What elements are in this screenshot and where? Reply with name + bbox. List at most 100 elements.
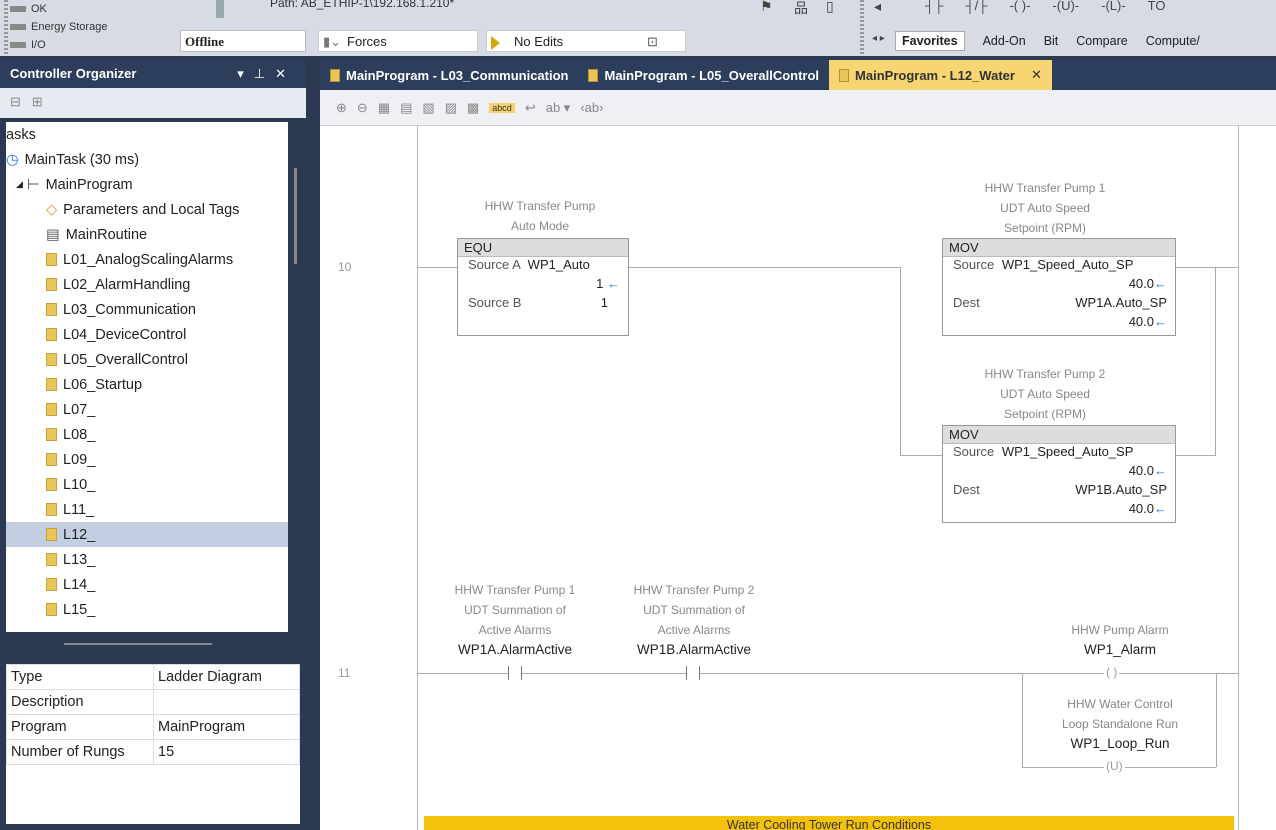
tree-scrollbar[interactable] bbox=[294, 168, 297, 264]
xio-icon[interactable]: ┤/├ bbox=[965, 0, 987, 13]
ote-icon[interactable]: -( )- bbox=[1009, 0, 1030, 13]
tree-item[interactable]: L08_ bbox=[6, 422, 288, 447]
value-arrow-icon: ← bbox=[1154, 314, 1167, 329]
mov-instruction[interactable]: MOV Source WP1_Speed_Auto_SP 40.0← Dest W… bbox=[942, 425, 1176, 523]
ladder-canvas[interactable]: 10 HHW Transfer Pump Auto Mode EQU Sourc… bbox=[320, 126, 1276, 830]
tab-compare[interactable]: Compare bbox=[1076, 34, 1127, 48]
run-mode-icon[interactable]: ⚑ bbox=[760, 0, 773, 15]
close-tab-icon[interactable]: ✕ bbox=[1031, 67, 1042, 83]
operand-tag[interactable]: WP1_Auto bbox=[528, 257, 590, 272]
ladder-routine-icon bbox=[46, 328, 57, 341]
operand-tag[interactable]: WP1A.Auto_SP bbox=[1075, 295, 1167, 310]
network-icon[interactable]: 品 bbox=[794, 0, 808, 18]
forces-icon: ▮⌄ bbox=[323, 34, 342, 49]
tree-item[interactable]: L04_DeviceControl bbox=[6, 322, 288, 347]
verify-icon[interactable]: ▧ bbox=[422, 100, 434, 116]
tab-add-on[interactable]: Add-On bbox=[983, 34, 1026, 48]
zoom-in-icon[interactable]: ⊕ bbox=[336, 100, 347, 116]
timer-icon[interactable]: TO bbox=[1148, 0, 1166, 13]
tab-l05-overallcontrol[interactable]: MainProgram - L05_OverallControl bbox=[578, 60, 829, 90]
tab-l12-water[interactable]: MainProgram - L12_Water ✕ bbox=[829, 60, 1052, 90]
edits-dropdown[interactable]: No Edits ⊡ bbox=[486, 30, 686, 52]
operand-tag[interactable]: WP1_Speed_Auto_SP bbox=[1002, 444, 1134, 459]
coil-tag[interactable]: WP1_Loop_Run bbox=[1040, 736, 1200, 751]
organizer-tree: asks ◷ MainTask (30 ms) ◢ ⊢ MainProgram ◇ Para… bbox=[6, 122, 288, 632]
tab-scroll-left-icon[interactable]: ◂ ▸ bbox=[872, 33, 885, 44]
show-tag-description-icon[interactable]: abcd bbox=[489, 102, 515, 113]
collapse-icon[interactable]: ⊟ bbox=[10, 94, 21, 109]
equ-instruction[interactable]: EQU Source A WP1_Auto 1 ← Source B 1 bbox=[457, 238, 629, 336]
rung-comment-banner[interactable]: Water Cooling Tower Run Conditions bbox=[424, 816, 1234, 830]
scroll-left-icon[interactable]: ◂ bbox=[874, 0, 881, 15]
copy-icon[interactable]: ▨ bbox=[445, 100, 457, 116]
instruction-comment: HHW Pump Alarm bbox=[1071, 623, 1169, 637]
xic-contact[interactable] bbox=[686, 666, 700, 680]
tree-item[interactable]: L07_ bbox=[6, 397, 288, 422]
device-icon[interactable]: ▯ bbox=[826, 0, 834, 15]
otl-icon[interactable]: -(L)- bbox=[1101, 0, 1126, 13]
tree-item[interactable]: L11_ bbox=[6, 497, 288, 522]
tree-item[interactable]: L06_Startup bbox=[6, 372, 288, 397]
toolbar-grip[interactable] bbox=[4, 0, 8, 56]
expand-icon[interactable]: ⊞ bbox=[32, 94, 43, 109]
edits-label: No Edits bbox=[514, 34, 564, 49]
prop-value: 15 bbox=[153, 739, 300, 765]
operand-value: 40.0 bbox=[1128, 501, 1154, 516]
tree-item[interactable]: ◷ MainTask (30 ms) bbox=[6, 147, 288, 172]
tag-icon[interactable]: ▤ bbox=[400, 100, 412, 116]
grid-icon[interactable]: ▦ bbox=[378, 100, 390, 116]
tree-item[interactable]: L05_OverallControl bbox=[6, 347, 288, 372]
document-tabs: MainProgram - L03_Communication MainProg… bbox=[320, 60, 1276, 90]
alias-icon[interactable]: ↩ bbox=[525, 100, 536, 116]
tab-favorites[interactable]: Favorites bbox=[895, 31, 965, 51]
zoom-out-icon[interactable]: ⊖ bbox=[357, 100, 368, 116]
toolbar-grip[interactable] bbox=[860, 0, 864, 56]
tree-item[interactable]: ◇ Parameters and Local Tags bbox=[6, 197, 288, 222]
close-icon[interactable]: ✕ bbox=[275, 66, 296, 81]
paste-icon[interactable]: ▩ bbox=[467, 100, 479, 116]
tab-l03-communication[interactable]: MainProgram - L03_Communication bbox=[320, 60, 578, 90]
operand-tag[interactable]: WP1_Speed_Auto_SP bbox=[1002, 257, 1134, 272]
forces-dropdown[interactable]: ▮⌄ Forces bbox=[318, 30, 478, 52]
xic-contact[interactable] bbox=[508, 666, 522, 680]
coil-tag[interactable]: WP1_Alarm bbox=[1040, 642, 1200, 657]
dropdown-icon[interactable]: ▾ bbox=[237, 66, 254, 81]
organizer-toolbar: ⊟ ⊞ bbox=[0, 88, 306, 118]
operand-tag[interactable]: WP1B.Auto_SP bbox=[1075, 482, 1167, 497]
contact-tag[interactable]: WP1B.AlarmActive bbox=[609, 642, 779, 657]
tab-bit[interactable]: Bit bbox=[1044, 34, 1059, 48]
tree-item[interactable]: L01_AnalogScalingAlarms bbox=[6, 247, 288, 272]
description-icon[interactable]: ‹ab› bbox=[580, 100, 603, 115]
expand-arrow-icon[interactable]: ◢ bbox=[16, 179, 23, 190]
contact-tag[interactable]: WP1A.AlarmActive bbox=[430, 642, 600, 657]
status-label: OK bbox=[31, 3, 47, 15]
display-options-icon[interactable]: ab ▾ bbox=[546, 100, 571, 116]
tree-item[interactable]: asks bbox=[6, 122, 288, 147]
otu-icon[interactable]: -(U)- bbox=[1052, 0, 1079, 13]
instruction-comment: HHW Transfer Pump 1 UDT Summation of Act… bbox=[454, 583, 576, 637]
branch-wire bbox=[1215, 267, 1216, 455]
rung-number: 11 bbox=[338, 666, 351, 680]
tree-item-label: L05_OverallControl bbox=[63, 351, 188, 368]
tree-item[interactable]: L02_AlarmHandling bbox=[6, 272, 288, 297]
ladder-routine-icon bbox=[46, 603, 57, 616]
tree-hscrollbar[interactable] bbox=[64, 643, 212, 645]
tree-item[interactable]: L13_ bbox=[6, 547, 288, 572]
tree-item[interactable]: ◢ ⊢ MainProgram bbox=[6, 172, 288, 197]
tree-item[interactable]: ▤ MainRoutine bbox=[6, 222, 288, 247]
xic-icon[interactable]: ┤├ bbox=[925, 0, 943, 13]
comm-path: Path: AB_ETHIP-1\192.168.1.210* bbox=[270, 0, 454, 10]
tree-item[interactable]: L03_Communication bbox=[6, 297, 288, 322]
tree-item[interactable]: L09_ bbox=[6, 447, 288, 472]
prop-row: Description bbox=[6, 689, 300, 715]
otu-coil[interactable]: (U) bbox=[1104, 759, 1125, 773]
ladder-routine-icon bbox=[839, 68, 850, 82]
ote-coil[interactable]: ( ) bbox=[1104, 665, 1120, 679]
tree-item[interactable]: L10_ bbox=[6, 472, 288, 497]
tree-item[interactable]: L12_ bbox=[6, 522, 288, 547]
tab-compute[interactable]: Compute/ bbox=[1146, 34, 1200, 48]
tree-item[interactable]: L14_ bbox=[6, 572, 288, 597]
tree-item[interactable]: L15_ bbox=[6, 597, 288, 622]
pin-icon[interactable]: ⊥ bbox=[254, 66, 275, 81]
mov-instruction[interactable]: MOV Source WP1_Speed_Auto_SP 40.0← Dest W… bbox=[942, 238, 1176, 336]
